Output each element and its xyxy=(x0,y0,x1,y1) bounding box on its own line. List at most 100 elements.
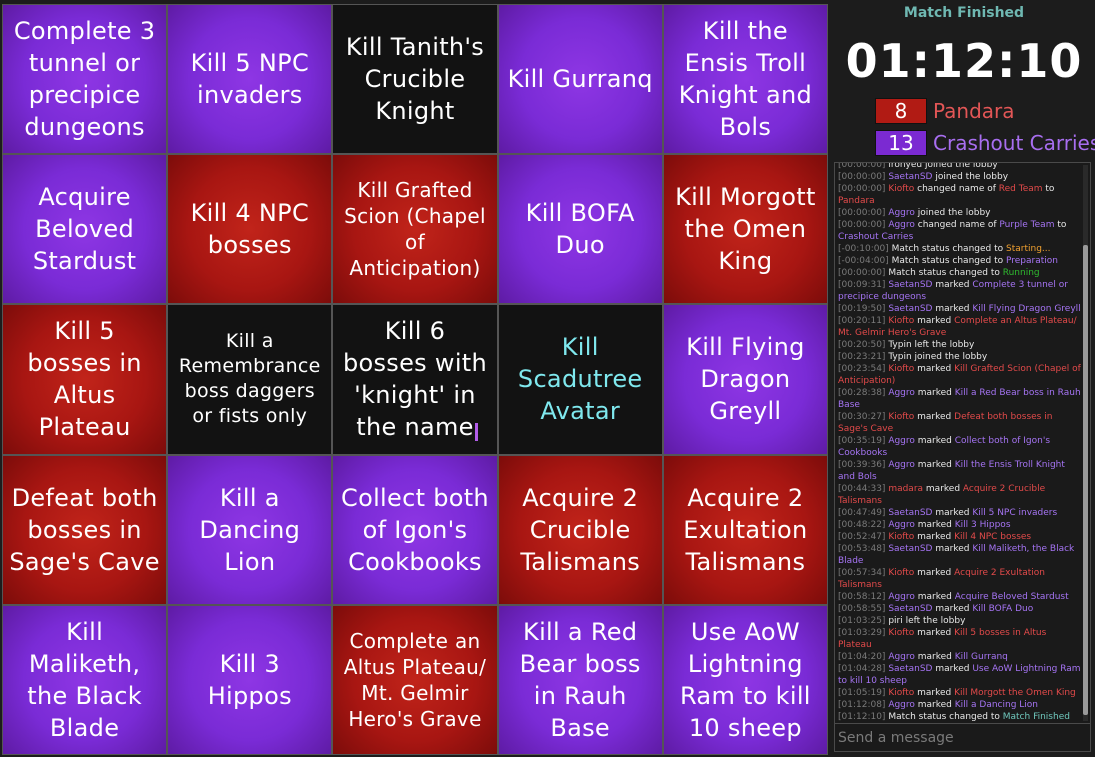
chat-text: Aggro xyxy=(885,520,915,530)
chat-message: [00:35:19] Aggro marked Collect both of … xyxy=(838,435,1081,459)
chat-timestamp: [00:23:21] xyxy=(838,352,886,362)
chat-message: [00:00:00] SaetanSD joined the lobby xyxy=(838,171,1081,183)
chat-timestamp: [01:04:20] xyxy=(838,652,886,662)
chat-text: Match status changed to xyxy=(885,268,1003,278)
chat-timestamp: [01:04:28] xyxy=(838,664,886,674)
match-timer: 01:12:10 xyxy=(845,34,1083,88)
bingo-cell[interactable]: Kill Grafted Scion (Chapel of Anticipati… xyxy=(333,155,497,304)
bingo-cell[interactable]: Kill Scadutree Avatar xyxy=(498,305,662,454)
bingo-cell[interactable]: Kill the Ensis Troll Knight and Bols xyxy=(663,5,827,154)
chat-message: [01:12:08] Aggro marked Kill a Dancing L… xyxy=(838,699,1081,711)
chat-message: [00:58:55] SaetanSD marked Kill BOFA Duo xyxy=(838,603,1081,615)
chat-timestamp: [00:48:22] xyxy=(838,520,886,530)
chat-timestamp: [00:00:00] xyxy=(838,172,886,182)
chat-text: Aggro xyxy=(885,436,915,446)
chat-text: Match status changed to xyxy=(888,244,1006,254)
chat-text: Typin joined the lobby xyxy=(885,352,988,362)
chat-message: [00:00:00] Aggro changed name of Purple … xyxy=(838,219,1081,243)
bingo-cell[interactable]: Kill Maliketh, the Black Blade xyxy=(3,605,167,754)
chat-text: Match status changed to xyxy=(885,712,1003,722)
chat-timestamp: [01:12:08] xyxy=(838,700,886,710)
team-row-purple: 13 Crashout Carries xyxy=(875,130,1095,156)
chat-text: to xyxy=(1054,220,1067,230)
chat-text: Kiofto xyxy=(885,412,915,422)
chat-scrollbar-thumb[interactable] xyxy=(1083,245,1088,715)
chat-text: Match Finished xyxy=(1002,712,1070,722)
bingo-cell[interactable]: Collect both of Igon's Cookbooks xyxy=(333,455,497,604)
chat-message: [00:23:54] Kiofto marked Kill Grafted Sc… xyxy=(838,363,1081,387)
bingo-cell[interactable]: Acquire 2 Exultation Talismans xyxy=(663,455,827,604)
chat-timestamp: [00:00:00] xyxy=(838,163,886,170)
chat-text: Kiofto xyxy=(885,688,915,698)
chat-timestamp: [01:05:19] xyxy=(838,688,886,698)
bingo-cell[interactable]: Kill 4 NPC bosses xyxy=(168,155,332,304)
chat-timestamp: [00:58:12] xyxy=(838,592,886,602)
chat-message: [00:39:36] Aggro marked Kill the Ensis T… xyxy=(838,459,1081,483)
bingo-cell[interactable]: Kill Morgott the Omen King xyxy=(663,155,827,304)
bingo-cell[interactable]: Complete 3 tunnel or precipice dungeons xyxy=(3,5,167,154)
bingo-cell[interactable]: Kill a Remembrance boss daggers or fists… xyxy=(168,305,332,454)
chat-text: Kill 5 NPC invaders xyxy=(972,508,1058,518)
chat-message: [00:19:50] SaetanSD marked Kill Flying D… xyxy=(838,303,1081,315)
chat-message: [01:12:10] Match status changed to Match… xyxy=(838,711,1081,723)
chat-text: marked xyxy=(914,532,955,542)
bingo-cell[interactable]: Kill a Dancing Lion xyxy=(168,455,332,604)
chat-timestamp: [-00:10:00] xyxy=(838,244,889,254)
bingo-cell[interactable]: Kill Gurranq xyxy=(498,5,662,154)
bingo-cell[interactable]: Kill 5 NPC invaders xyxy=(168,5,332,154)
chat-text: Kiofto xyxy=(885,628,915,638)
bingo-cell[interactable]: Kill Tanith's Crucible Knight xyxy=(333,5,497,154)
chat-text: joined the lobby xyxy=(914,208,991,218)
match-status: Match Finished xyxy=(903,5,1025,21)
chat-text: Kiofto xyxy=(885,364,915,374)
chat-text: Kill Flying Dragon Greyll xyxy=(972,304,1081,314)
chat-timestamp: [00:19:50] xyxy=(838,304,886,314)
chat-text: Running xyxy=(1002,268,1040,278)
bingo-cell[interactable]: Complete an Altus Plateau/ Mt. Gelmir He… xyxy=(333,605,497,754)
chat-message: [-00:04:00] Match status changed to Prep… xyxy=(838,255,1081,267)
chat-message: [-00:10:00] Match status changed to Star… xyxy=(838,243,1081,255)
chat-timestamp: [00:57:34] xyxy=(838,568,886,578)
bingo-cell[interactable]: Kill 5 bosses in Altus Plateau xyxy=(3,305,167,454)
bingo-cell[interactable]: Acquire 2 Crucible Talismans xyxy=(498,455,662,604)
chat-timestamp: [01:12:10] xyxy=(838,712,886,722)
bingo-cell[interactable]: Kill BOFA Duo xyxy=(498,155,662,304)
chat-log: [00:00:00] ironyeu joined the lobby [00:0… xyxy=(835,163,1083,723)
team-score: 8 xyxy=(875,98,927,124)
chat-timestamp: [00:30:27] xyxy=(838,412,886,422)
chat-message: [00:52:47] Kiofto marked Kill 4 NPC boss… xyxy=(838,531,1081,543)
chat-text: changed name of xyxy=(914,220,1000,230)
chat-message: [00:00:00] ironyeu joined the lobby xyxy=(838,163,1081,171)
chat-text: changed name of xyxy=(914,184,999,194)
chat-text: marked xyxy=(914,628,955,638)
chat-text: SaetanSD xyxy=(885,664,933,674)
chat-text: marked xyxy=(932,508,973,518)
bingo-cell[interactable]: Kill Flying Dragon Greyll xyxy=(663,305,827,454)
chat-message: [00:20:50] Typin left the lobby xyxy=(838,339,1081,351)
bingo-cell[interactable]: Use AoW Lightning Ram to kill 10 sheep xyxy=(663,605,827,754)
bingo-cell[interactable]: Defeat both bosses in Sage's Cave xyxy=(3,455,167,604)
bingo-cell[interactable]: Kill 3 Hippos xyxy=(168,605,332,754)
bingo-cell[interactable]: Acquire Beloved Stardust xyxy=(3,155,167,304)
chat-message: [00:00:00] Aggro joined the lobby xyxy=(838,207,1081,219)
chat-text: SaetanSD xyxy=(885,172,933,182)
chat-timestamp: [00:09:31] xyxy=(838,280,886,290)
chat-text: madara xyxy=(885,484,924,494)
chat-timestamp: [00:47:49] xyxy=(838,508,886,518)
chat-message: [01:04:28] SaetanSD marked Use AoW Light… xyxy=(838,663,1081,687)
chat-text: Kill BOFA Duo xyxy=(972,604,1034,614)
chat-text: marked xyxy=(914,568,955,578)
chat-text: marked xyxy=(914,412,955,422)
chat-text: Crashout Carries xyxy=(838,232,914,242)
chat-message-input[interactable] xyxy=(835,723,1090,751)
chat-scrollbar[interactable] xyxy=(1083,165,1088,721)
bingo-cell[interactable]: Kill 6 bosses with 'knight' in the name xyxy=(333,305,497,454)
chat-text: Kill Morgott the Omen King xyxy=(954,688,1076,698)
chat-text: Kiofto xyxy=(885,316,915,326)
chat-text: Aggro xyxy=(885,700,915,710)
chat-timestamp: [00:35:19] xyxy=(838,436,886,446)
chat-timestamp: [00:52:47] xyxy=(838,532,886,542)
chat-text: SaetanSD xyxy=(885,508,933,518)
bingo-cell-label: Kill 6 bosses with 'knight' in the name xyxy=(342,317,488,442)
bingo-cell[interactable]: Kill a Red Bear boss in Rauh Base xyxy=(498,605,662,754)
